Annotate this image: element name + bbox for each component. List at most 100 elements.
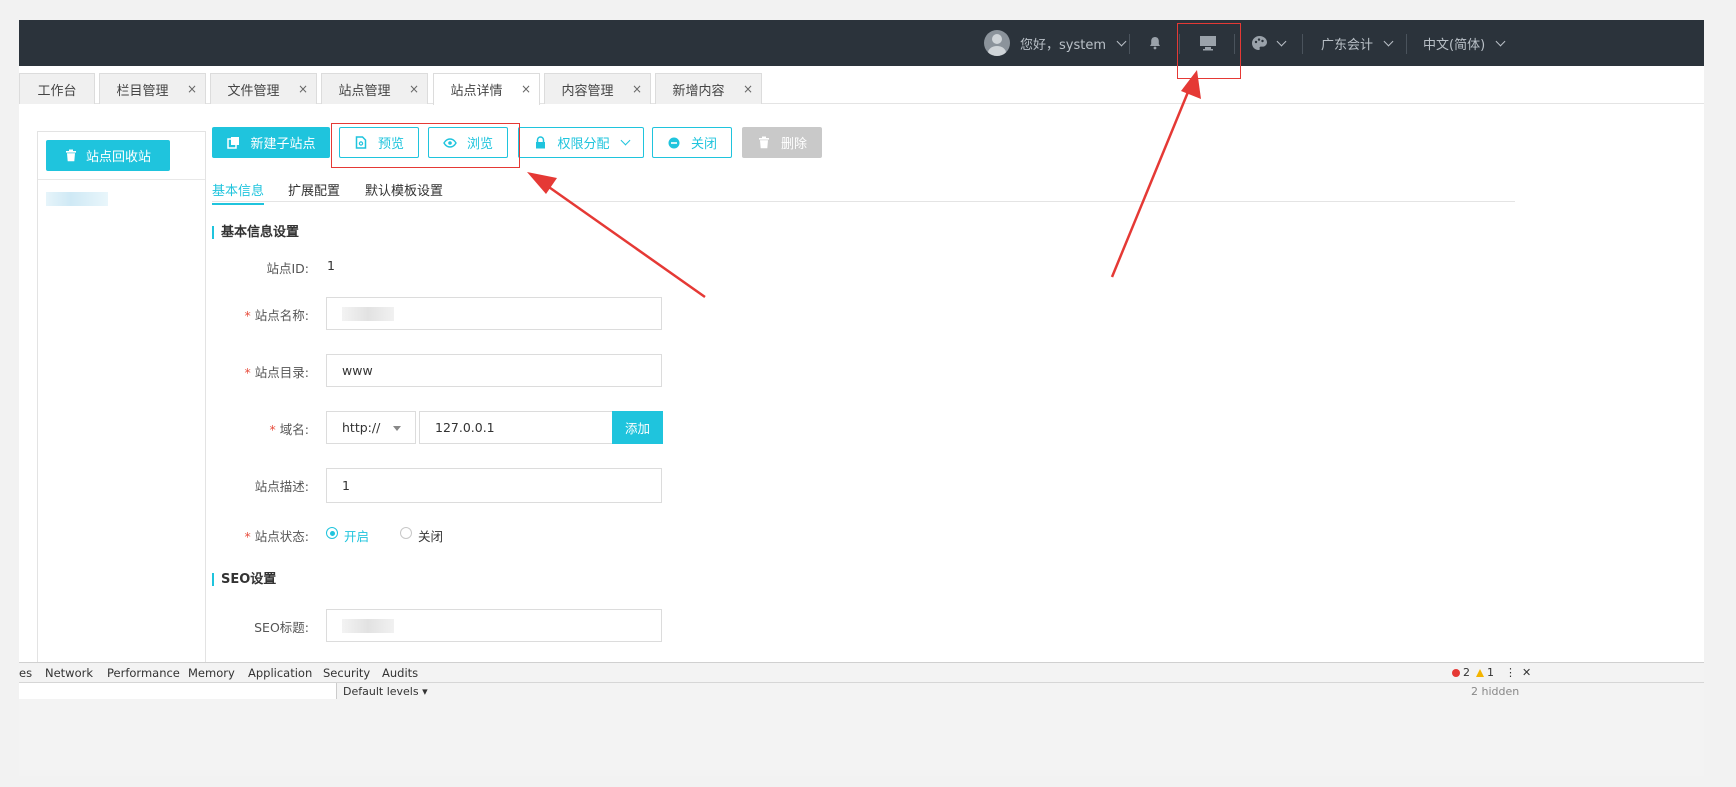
tab-basic-info[interactable]: 基本信息 <box>212 180 265 205</box>
tab-default-template[interactable]: 默认模板设置 <box>365 180 443 199</box>
status-on-radio[interactable] <box>326 527 338 539</box>
error-count: 2 <box>1463 666 1470 679</box>
redacted-text <box>342 618 394 633</box>
tab-column-management[interactable]: 栏目管理 × <box>99 73 206 104</box>
tab-label: 栏目管理 <box>116 83 169 99</box>
tab-file-management[interactable]: 文件管理 × <box>210 73 317 104</box>
recycle-bin-label: 站点回收站 <box>85 150 151 165</box>
tab-content-management[interactable]: 内容管理 × <box>544 73 651 104</box>
close-icon[interactable]: × <box>521 82 531 96</box>
seo-section-title: SEO设置 <box>212 573 276 586</box>
close-site-button[interactable]: 关闭 <box>652 127 732 158</box>
tab-site-management[interactable]: 站点管理 × <box>321 73 428 104</box>
topbar-divider <box>1129 34 1130 54</box>
devtools-tab-memory[interactable]: Memory <box>188 666 235 680</box>
topbar-divider <box>1302 34 1303 54</box>
close-icon[interactable]: × <box>187 82 197 96</box>
devtools-tab-performance[interactable]: Performance <box>107 666 180 680</box>
button-label: 关闭 <box>690 137 717 152</box>
chevron-down-icon <box>1276 36 1287 46</box>
org-menu[interactable]: 广东会计 <box>1321 20 1394 66</box>
tab-label: 站点管理 <box>338 83 391 99</box>
required-mark: * <box>269 422 276 437</box>
site-dir-label: * 站点目录: <box>209 362 309 381</box>
org-name: 广东会计 <box>1321 37 1374 53</box>
tab-workbench[interactable]: 工作台 <box>19 73 95 104</box>
label-text: 站点目录: <box>254 365 309 380</box>
trash-icon <box>757 136 771 150</box>
console-filter-input[interactable] <box>19 683 337 699</box>
status-off-radio[interactable] <box>400 527 412 539</box>
button-label: 删除 <box>780 137 807 152</box>
tab-label: 内容管理 <box>561 83 614 99</box>
status-off-label[interactable]: 关闭 <box>418 526 443 545</box>
tab-label: 工作台 <box>37 83 77 99</box>
tab-label: 文件管理 <box>227 83 280 99</box>
new-subsite-button[interactable]: 新建子站点 <box>212 127 330 158</box>
site-name-input[interactable] <box>326 297 662 330</box>
delete-button[interactable]: 删除 <box>742 127 822 158</box>
devtools-tab[interactable]: es <box>19 666 32 680</box>
trash-icon <box>65 149 76 162</box>
add-domain-button[interactable]: 添加 <box>612 411 663 444</box>
chevron-down-icon <box>1116 36 1127 46</box>
devtools-tab-network[interactable]: Network <box>45 666 93 680</box>
palette-icon <box>1252 35 1267 50</box>
user-menu[interactable]: 您好，system <box>984 20 1127 66</box>
selected-value: http:// <box>342 420 381 435</box>
site-id-value: 1 <box>327 258 335 273</box>
language-name: 中文(简体) <box>1423 37 1486 53</box>
devtools-panel: es Network Performance Memory Applicatio… <box>19 662 1704 776</box>
domain-input[interactable]: 127.0.0.1 <box>419 411 613 444</box>
tab-site-details[interactable]: 站点详情 × <box>433 73 540 105</box>
required-mark: * <box>244 308 251 323</box>
log-levels-select[interactable]: Default levels ▾ <box>343 685 428 698</box>
divider <box>38 179 205 180</box>
seo-title-input[interactable] <box>326 609 662 642</box>
user-greeting: 您好，system <box>1020 37 1106 53</box>
topbar-divider <box>1406 34 1407 54</box>
minus-circle-icon <box>667 136 681 150</box>
status-on-label[interactable]: 开启 <box>344 526 369 545</box>
chevron-down-icon <box>1383 36 1394 46</box>
close-icon[interactable]: × <box>632 82 642 96</box>
protocol-select[interactable]: http:// <box>326 411 416 444</box>
devtools-error-count[interactable]: 2 1 <box>1452 666 1494 679</box>
label-text: 站点状态: <box>254 529 309 544</box>
close-icon[interactable]: × <box>743 82 753 96</box>
label-text: 域名: <box>279 422 309 437</box>
more-menu-icon[interactable]: ⋮ <box>1505 666 1516 679</box>
seo-title-label: SEO标题: <box>254 620 309 635</box>
permission-dropdown-button[interactable]: 权限分配 <box>518 127 644 158</box>
close-icon[interactable]: × <box>298 82 308 96</box>
hidden-count: 2 hidden <box>1471 685 1520 698</box>
tab-label: 新增内容 <box>672 83 725 99</box>
chevron-down-icon <box>1495 36 1506 46</box>
devtools-tab-audits[interactable]: Audits <box>382 666 418 680</box>
caret-down-icon <box>393 426 401 431</box>
bell-icon <box>1150 37 1160 50</box>
recycle-bin-button[interactable]: 站点回收站 <box>46 140 170 171</box>
site-tree-item[interactable] <box>46 192 108 206</box>
redacted-text <box>342 306 394 321</box>
theme-menu[interactable] <box>1251 20 1287 66</box>
site-dir-input[interactable]: www <box>326 354 662 387</box>
tab-label: 站点详情 <box>450 84 503 99</box>
basic-info-section-title: 基本信息设置 <box>212 226 299 239</box>
devtools-tab-application[interactable]: Application <box>248 666 312 680</box>
app-window: 您好，system 广东会计 中文(简体) 工作台 栏目管理 × 文件管理 × <box>19 20 1704 776</box>
language-menu[interactable]: 中文(简体) <box>1423 20 1506 66</box>
notification-button[interactable] <box>1148 20 1162 66</box>
site-desc-textarea[interactable]: 1 <box>326 468 662 503</box>
label-text: 站点名称: <box>254 308 309 323</box>
tab-extended-config[interactable]: 扩展配置 <box>288 180 340 199</box>
error-icon <box>1452 668 1460 677</box>
close-icon[interactable]: ✕ <box>1522 666 1531 679</box>
warning-count: 1 <box>1487 666 1494 679</box>
tab-new-content[interactable]: 新增内容 × <box>655 73 762 104</box>
warning-icon <box>1476 668 1484 677</box>
site-name-label: * 站点名称: <box>209 305 309 324</box>
close-icon[interactable]: × <box>409 82 419 96</box>
site-desc-label: 站点描述: <box>254 479 309 494</box>
devtools-tab-security[interactable]: Security <box>323 666 370 680</box>
